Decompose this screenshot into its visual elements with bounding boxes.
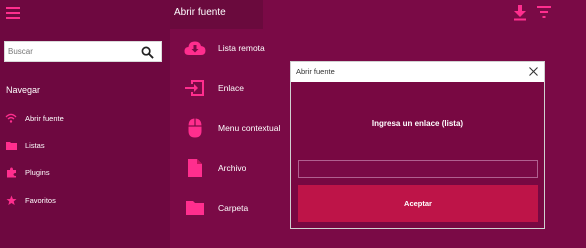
sidebar-item-favoritos[interactable]: Favoritos <box>0 189 170 211</box>
sidebar-item-label: Favoritos <box>25 195 56 205</box>
dialog-title: Abrir fuente <box>296 67 335 76</box>
filter-icon[interactable] <box>537 5 551 19</box>
hamburger-menu-icon[interactable] <box>6 7 20 19</box>
dialog-prompt: Ingresa un enlace (lista) <box>371 119 464 128</box>
download-icon[interactable] <box>513 5 527 21</box>
sidebar-item-label: Listas <box>25 140 45 150</box>
page-title: Abrir fuente <box>174 7 226 18</box>
sidebar: Navegar Abrir fuente Listas Plugins <box>0 0 170 248</box>
cloud-download-icon <box>184 37 206 59</box>
star-icon <box>5 194 17 206</box>
sidebar-item-listas[interactable]: Listas <box>0 134 170 156</box>
top-bar: Abrir fuente <box>170 0 586 29</box>
close-icon[interactable] <box>529 67 538 76</box>
accept-button[interactable]: Aceptar <box>298 185 538 222</box>
file-icon <box>184 157 206 179</box>
source-item-label: Lista remota <box>218 43 265 53</box>
folder-icon <box>184 197 206 219</box>
sidebar-item-label: Abrir fuente <box>25 113 64 123</box>
source-item-label: Enlace <box>218 83 244 93</box>
title-area: Abrir fuente <box>170 0 263 29</box>
dialog-header: Abrir fuente <box>291 62 544 82</box>
source-item-label: Archivo <box>218 163 247 173</box>
login-icon <box>184 77 206 99</box>
search-input[interactable] <box>5 47 135 56</box>
search-box <box>4 41 162 62</box>
sidebar-item-label: Plugins <box>25 167 50 177</box>
wifi-icon <box>5 112 17 124</box>
source-item-label: Carpeta <box>218 203 249 213</box>
nav-title: Navegar <box>6 85 41 95</box>
sidebar-item-plugins[interactable]: Plugins <box>0 161 170 183</box>
link-input[interactable] <box>298 160 538 178</box>
search-icon[interactable] <box>141 46 154 59</box>
folder-icon <box>5 139 17 151</box>
open-source-dialog: Abrir fuente Ingresa un enlace (lista) A… <box>290 61 545 229</box>
puzzle-icon <box>5 166 17 178</box>
mouse-icon <box>184 117 206 139</box>
source-item-lista-remota[interactable]: Lista remota <box>184 33 324 63</box>
sidebar-item-abrir-fuente[interactable]: Abrir fuente <box>0 107 170 129</box>
source-item-label: Menu contextual <box>218 123 281 133</box>
